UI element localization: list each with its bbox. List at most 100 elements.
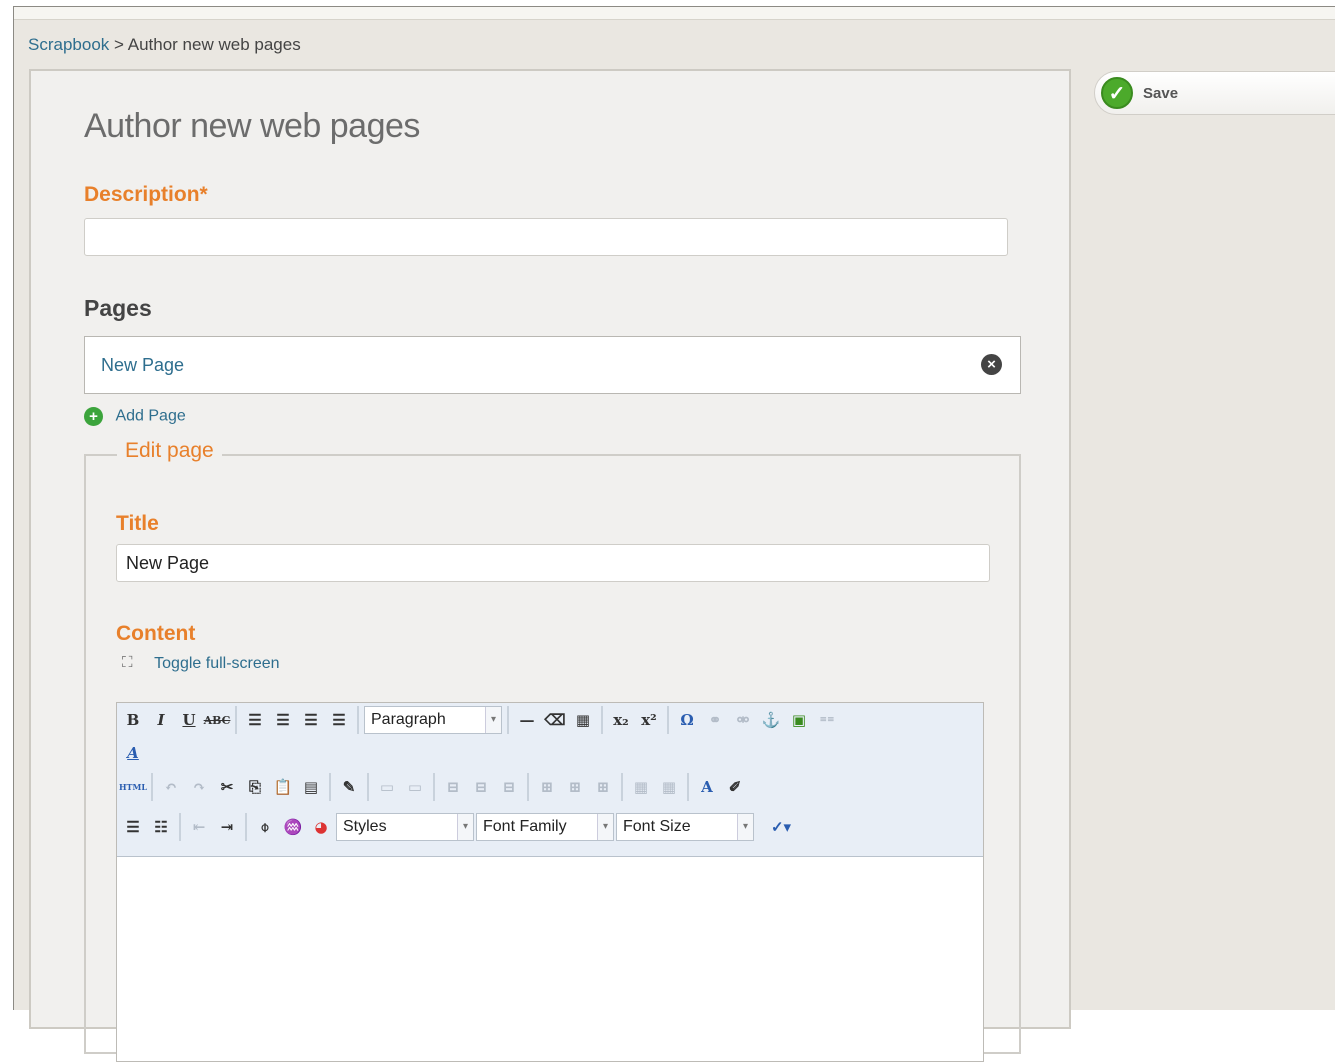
align-justify-icon[interactable]: ☰ [326,706,352,734]
paste-icon[interactable]: 📋 [270,773,296,801]
page-item-link[interactable]: New Page [101,355,184,376]
visual-aid-icon[interactable]: ▦ [570,706,596,734]
add-page-button[interactable]: + Add Page [84,407,186,426]
cut-icon[interactable]: ✂ [214,773,240,801]
toolbar-separator [357,706,359,734]
styles-select[interactable]: Styles ▾ [336,813,474,841]
toolbar-separator [601,706,603,734]
table-row-after-icon[interactable]: ▭ [402,773,428,801]
table-merge-icon[interactable]: ⊞ [562,773,588,801]
table-col-after-icon[interactable]: ⊟ [468,773,494,801]
edit-page-fieldset: Edit page Title New Page Content ⛶ Toggl… [84,439,1021,1062]
table-delete-icon[interactable]: ⊞ [590,773,616,801]
align-left-icon[interactable]: ☰ [242,706,268,734]
numbered-list-icon[interactable]: ☷ [148,813,174,841]
color-wheel-icon[interactable]: ◕ [308,813,334,841]
chevron-down-icon: ▾ [485,707,501,733]
toolbar-separator [151,773,153,801]
top-strip [14,7,1335,20]
horizontal-rule-icon[interactable]: — [514,706,540,734]
styles-select-value: Styles [343,818,387,835]
cell-props-icon[interactable]: ▦ [656,773,682,801]
font-size-select[interactable]: Font Size ▾ [616,813,754,841]
text-color-icon[interactable]: A [694,773,720,801]
breadcrumb-root-link[interactable]: Scrapbook [28,35,109,54]
toolbar-separator [687,773,689,801]
save-button[interactable]: ✓ Save [1094,71,1335,115]
toolbar-row-2: HTML ↶ ↷ ✂ ⎘ 📋 ▤ ✎ ▭ ▭ ⊟ ⊟ ⊟ ⊞ ⊞ ⊞ ▦ ▦ A… [119,773,748,801]
font-family-select[interactable]: Font Family ▾ [476,813,614,841]
outdent-icon[interactable]: ⇤ [186,813,212,841]
format-select-value: Paragraph [371,711,446,728]
title-label: Title [116,512,159,535]
undo-icon[interactable]: ↶ [158,773,184,801]
unlink-icon[interactable]: ⚮ [730,706,756,734]
redo-icon[interactable]: ↷ [186,773,212,801]
toolbar-separator [245,813,247,841]
italic-button[interactable]: I [148,706,174,734]
remove-format-icon[interactable]: ⌫ [542,706,568,734]
toolbar-separator [367,773,369,801]
fullscreen-icon: ⛶ [122,654,133,671]
copy-icon[interactable]: ⎘ [242,773,268,801]
breadcrumb-separator: > [114,35,124,54]
chevron-down-icon: ▾ [457,814,473,840]
paste-text-icon[interactable]: ▤ [298,773,324,801]
pages-heading: Pages [84,295,152,321]
html-source-icon[interactable]: HTML [119,773,147,801]
font-size-select-value: Font Size [623,818,691,835]
toggle-fullscreen-link[interactable]: ⛶ Toggle full-screen [122,654,280,674]
subscript-icon[interactable]: x₂ [608,706,634,734]
toolbar-row-1: B I U ABC ☰ ☰ ☰ ☰ Paragraph ▾ — ⌫ ▦ x₂ x… [120,706,840,734]
special-char-icon[interactable]: Ω [674,706,700,734]
chevron-down-icon: ▾ [597,814,613,840]
edit-page-legend: Edit page [117,439,222,463]
spellcheck-icon[interactable]: ✓▾ [756,813,806,841]
bold-button[interactable]: B [120,706,146,734]
title-input[interactable]: New Page [116,544,990,582]
align-center-icon[interactable]: ☰ [270,706,296,734]
save-label: Save [1143,84,1179,102]
superscript-icon[interactable]: x² [636,706,662,734]
link-icon[interactable]: ⚭ [702,706,728,734]
indent-icon[interactable]: ⇥ [214,813,240,841]
table-row-before-icon[interactable]: ▭ [374,773,400,801]
check-circle-icon: ✓ [1101,77,1133,109]
toolbar-separator [433,773,435,801]
style-props-icon[interactable]: A [120,739,146,767]
toolbar-row-1b: A [120,739,146,767]
toolbar-row-3: ☰ ☷ ⇤ ⇥ ⌽ ♒ ◕ Styles ▾ Font Family ▾ Fon… [120,813,806,841]
anchor-icon[interactable]: ⚓ [758,706,784,734]
editor-toolbar: B I U ABC ☰ ☰ ☰ ☰ Paragraph ▾ — ⌫ ▦ x₂ x… [117,703,983,857]
page-title: Author new web pages [84,107,420,145]
chevron-down-icon: ▾ [737,814,753,840]
toolbar-separator [667,706,669,734]
image-icon[interactable]: ▣ [786,706,812,734]
pages-list: New Page × [84,336,1021,394]
underline-button[interactable]: U [176,706,202,734]
content-label: Content [116,622,196,645]
toggle-fullscreen-label: Toggle full-screen [154,655,280,673]
table-col-before-icon[interactable]: ⊟ [440,773,466,801]
toolbar-separator [621,773,623,801]
plus-circle-icon: + [84,407,103,426]
font-family-select-value: Font Family [483,818,567,835]
add-page-label: Add Page [115,407,186,425]
breadcrumb: Scrapbook > Author new web pages [28,35,301,55]
table-split-icon[interactable]: ⊞ [534,773,560,801]
media-icon[interactable]: ♒ [280,813,306,841]
strikethrough-button[interactable]: ABC [204,706,231,734]
format-select[interactable]: Paragraph ▾ [364,706,502,734]
edit-icon[interactable]: ✎ [336,773,362,801]
toolbar-separator [329,773,331,801]
highlight-icon[interactable]: ✐ [722,773,748,801]
remove-page-icon[interactable]: × [981,354,1002,375]
description-input[interactable] [84,218,1008,256]
bullet-list-icon[interactable]: ☰ [120,813,146,841]
attachment-icon[interactable]: ⌽ [252,813,278,841]
table-props-icon[interactable]: ▦ [628,773,654,801]
cleanup-icon[interactable]: ≡≡ [814,706,840,734]
table-delete-col-icon[interactable]: ⊟ [496,773,522,801]
align-right-icon[interactable]: ☰ [298,706,324,734]
toolbar-separator [527,773,529,801]
